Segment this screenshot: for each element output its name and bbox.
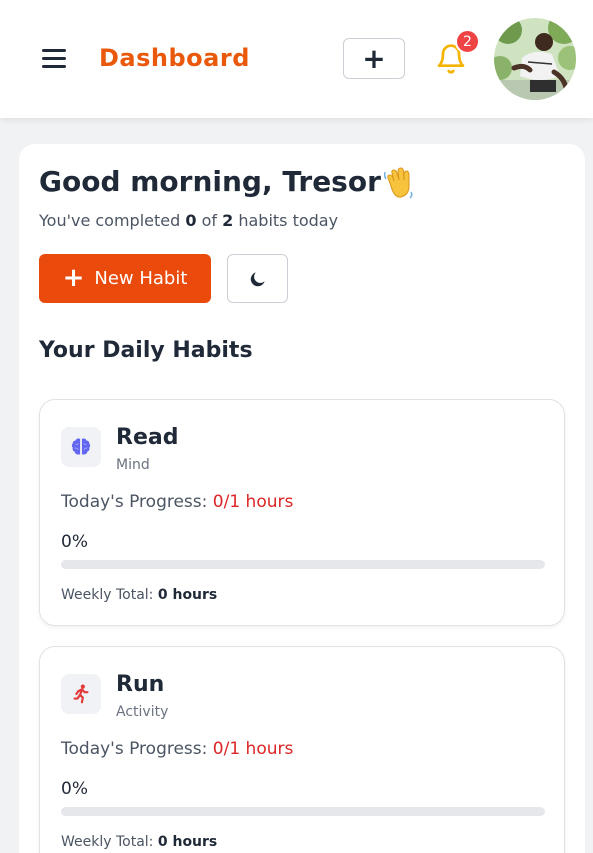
hamburger-menu-icon[interactable]: [42, 49, 66, 69]
progress-bar: [61, 560, 545, 569]
habit-category: Mind: [116, 457, 150, 473]
section-title: Your Daily Habits: [39, 338, 253, 363]
brain-icon: [71, 438, 91, 455]
today-progress: Today's Progress: 0/1 hours: [61, 739, 294, 759]
habit-icon-box: [61, 674, 101, 714]
dark-mode-toggle[interactable]: [227, 254, 288, 303]
weekly-total: Weekly Total: 0 hours: [61, 587, 218, 603]
progress-percent: 0%: [61, 532, 88, 552]
new-habit-label: New Habit: [94, 268, 188, 289]
habit-card-run[interactable]: Run Activity Today's Progress: 0/1 hours…: [39, 646, 565, 853]
avatar[interactable]: [494, 18, 576, 100]
page-title: Dashboard: [99, 44, 250, 72]
notification-badge: 2: [455, 29, 480, 54]
waving-hand-icon: [383, 167, 413, 199]
moon-icon: [250, 271, 265, 286]
progress-percent: 0%: [61, 779, 88, 799]
add-button[interactable]: +: [343, 38, 405, 79]
top-bar: Dashboard + 2: [0, 0, 593, 118]
habit-category: Activity: [116, 704, 169, 720]
today-progress: Today's Progress: 0/1 hours: [61, 492, 294, 512]
weekly-total: Weekly Total: 0 hours: [61, 834, 218, 850]
habit-icon-box: [61, 427, 101, 467]
running-icon: [73, 684, 89, 704]
plus-icon: +: [62, 262, 85, 293]
completion-summary: You've completed 0 of 2 habits today: [39, 211, 339, 230]
new-habit-button[interactable]: + New Habit: [39, 254, 211, 303]
progress-bar: [61, 807, 545, 816]
habit-card-read[interactable]: Read Mind Today's Progress: 0/1 hours 0%…: [39, 399, 565, 626]
habit-name: Read: [116, 425, 179, 450]
greeting-heading: Good morning, Tresor: [39, 165, 381, 198]
habit-name: Run: [116, 672, 165, 697]
